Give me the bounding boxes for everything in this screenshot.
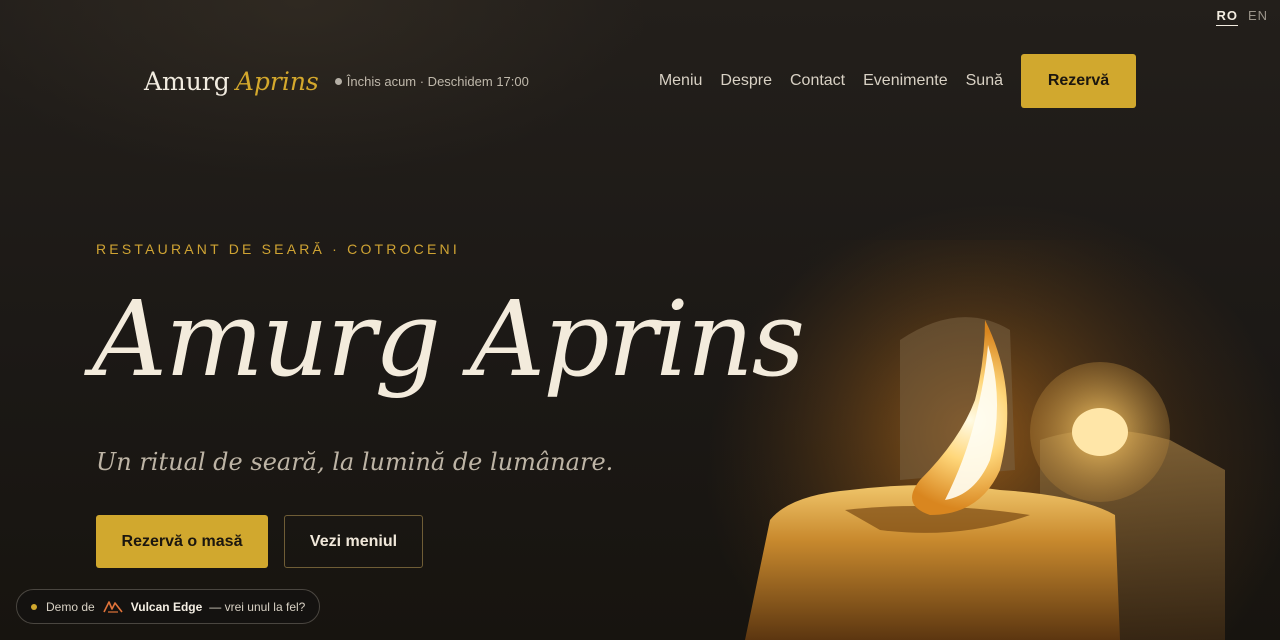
lang-ro[interactable]: RO: [1216, 8, 1238, 26]
hero-tagline: Un ritual de seară, la lumină de lumânar…: [96, 448, 614, 476]
brand-first-word: Amurg: [144, 66, 230, 96]
view-menu-button[interactable]: Vezi meniul: [284, 515, 423, 568]
opening-status: Închis acum · Deschidem 17:00: [334, 73, 529, 89]
nav-despre[interactable]: Despre: [720, 72, 772, 90]
badge-prefix: Demo de: [46, 599, 95, 614]
badge-brand: Vulcan Edge: [130, 599, 203, 614]
nav-evenimente[interactable]: Evenimente: [863, 72, 948, 90]
nav-contact[interactable]: Contact: [790, 72, 845, 90]
hero-eyebrow: RESTAURANT DE SEARĂ · COTROCENI: [96, 241, 460, 257]
reserve-button[interactable]: Rezervă: [1021, 54, 1136, 108]
status-dot-icon: [334, 77, 342, 85]
status-text: Închis acum · Deschidem 17:00: [346, 73, 529, 89]
badge-dot-icon: [31, 603, 37, 610]
language-switcher: RO EN: [1216, 8, 1268, 26]
hero-title: Amurg Aprins: [92, 278, 805, 400]
site-header: Amurg Aprins Închis acum · Deschidem 17:…: [144, 54, 1136, 108]
brand-second-word: Aprins: [235, 66, 319, 96]
nav-meniu[interactable]: Meniu: [659, 72, 703, 90]
brand-logo[interactable]: Amurg Aprins: [144, 67, 319, 96]
vulcan-edge-logo-icon: [102, 600, 123, 613]
main-nav: Meniu Despre Contact Evenimente Sună Rez…: [659, 54, 1136, 108]
hero-actions: Rezervă o masă Vezi meniul: [96, 515, 423, 568]
lang-en[interactable]: EN: [1248, 8, 1268, 26]
demo-badge[interactable]: Demo de Vulcan Edge — vrei unul la fel?: [16, 589, 321, 624]
book-table-button[interactable]: Rezervă o masă: [96, 515, 268, 568]
badge-suffix: — vrei unul la fel?: [209, 599, 306, 614]
nav-suna[interactable]: Sună: [966, 72, 1003, 90]
